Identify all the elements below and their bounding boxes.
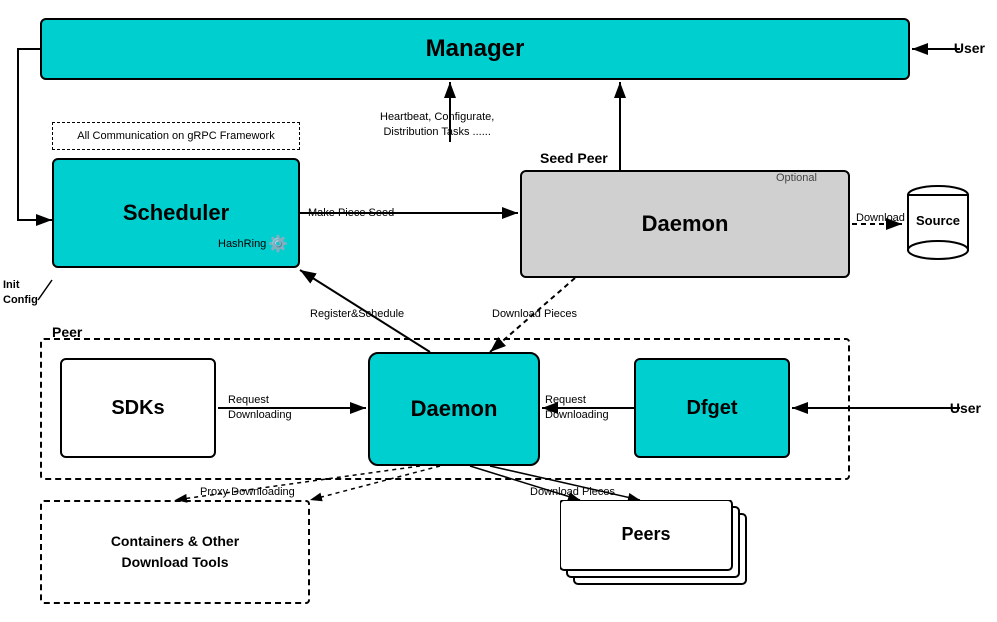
scheduler-label: Scheduler [123,200,229,226]
grpc-label: All Communication on gRPC Framework [77,130,274,142]
containers-label: Containers & Other Download Tools [111,531,239,573]
sdks-label: SDKs [111,397,164,420]
dfget-label: Dfget [686,397,737,420]
svg-text:Source: Source [916,213,960,228]
source-cylinder: Source [904,185,972,261]
svg-text:Peers: Peers [621,524,670,544]
peers-stack: Peers [560,500,760,598]
req-dl-left-text: Request Downloading [228,393,292,424]
hashring-area: HashRing ⚙️ [218,234,288,254]
req-dl-right-text: Request Downloading [545,393,609,424]
download-source-text: Download [856,212,905,224]
dfget-box: Dfget [634,358,790,458]
grpc-box: All Communication on gRPC Framework [52,122,300,150]
download-pieces-lower-text: Download Pieces [530,486,615,498]
proxy-dl-text: Proxy Downloading [200,486,295,498]
diagram: Manager User All Communication on gRPC F… [0,0,997,622]
heartbeat-label: Heartbeat, Configurate,Distribution Task… [380,111,494,138]
hashring-icon: ⚙️ [268,234,288,254]
user-manager-label: User [954,40,985,56]
containers-box: Containers & Other Download Tools [40,500,310,604]
optional-label: Optional [776,172,817,184]
init-config-text: Init Config [3,278,38,309]
sdks-box: SDKs [60,358,216,458]
download-pieces-upper-text: Download Pieces [492,308,577,320]
hashring-label: HashRing [218,238,266,250]
manager-box: Manager [40,18,910,80]
peer-daemon-box: Daemon [368,352,540,466]
manager-label: Manager [426,35,525,63]
seed-daemon-label: Daemon [642,211,729,237]
heartbeat-text: Heartbeat, Configurate,Distribution Task… [380,110,494,141]
user-peer-label: User [950,400,981,416]
peer-daemon-label: Daemon [411,396,498,422]
seed-peer-label: Seed Peer [540,150,608,166]
seed-daemon-box: Daemon [520,170,850,278]
make-piece-seed-text: Make Piece Seed [308,207,394,219]
register-schedule-text: Register&Schedule [310,308,404,320]
